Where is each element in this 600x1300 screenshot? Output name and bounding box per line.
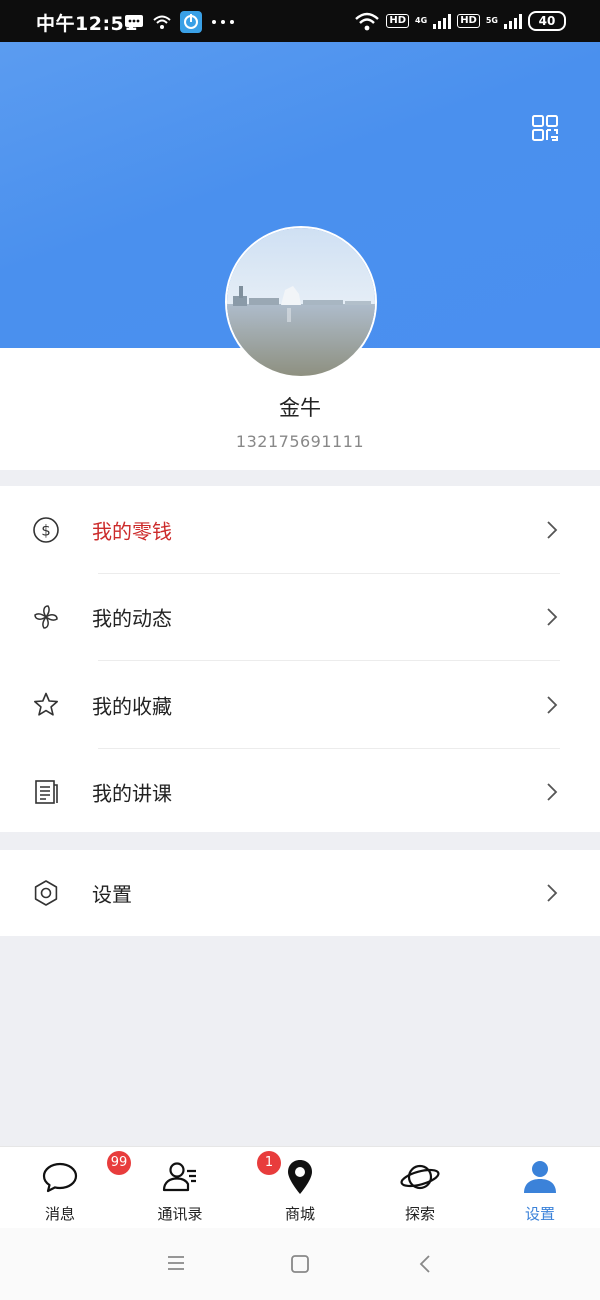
menu-lines-icon[interactable] — [166, 1254, 186, 1272]
status-time: 中午12:51 — [36, 13, 138, 35]
menu-label-lectures: 我的讲课 — [92, 781, 172, 806]
wallet-menu-group: $ 我的零钱 我的动态 我的收藏 我的讲课 — [0, 486, 600, 832]
document-icon — [35, 780, 58, 805]
bottom-tab-bar: 99 消息 通讯录 1 商城 探索 设置 — [0, 1146, 600, 1229]
menu-item-lectures[interactable]: 我的讲课 — [0, 749, 600, 837]
star-icon — [34, 692, 58, 716]
chevron-right-icon — [547, 783, 558, 801]
mall-badge: 1 — [257, 1151, 281, 1175]
settings-menu-group: 设置 — [0, 850, 600, 936]
message-notification-icon — [125, 15, 143, 30]
network-type-5g: 5G — [485, 16, 498, 25]
hd-badge: HD — [386, 14, 410, 28]
qr-code-icon[interactable] — [532, 115, 558, 141]
tab-label-contacts: 通讯录 — [157, 1205, 203, 1223]
svg-text:$: $ — [41, 521, 51, 539]
menu-label-wallet: 我的零钱 — [92, 519, 172, 544]
chevron-right-icon — [547, 521, 558, 539]
avatar-image — [227, 228, 375, 376]
app-notification-icon — [180, 11, 202, 33]
menu-label-settings: 设置 — [92, 882, 132, 907]
user-icon — [524, 1161, 556, 1193]
tab-messages[interactable]: 99 消息 — [0, 1147, 131, 1229]
status-right-icons: HD 4G HD 5G 40 — [354, 10, 566, 32]
signal-bars-2-icon — [504, 13, 522, 29]
chat-bubble-icon — [42, 1162, 78, 1193]
tab-label-explore: 探索 — [404, 1205, 435, 1223]
menu-label-favorites: 我的收藏 — [92, 694, 172, 719]
contacts-icon — [162, 1162, 196, 1192]
menu-item-moments[interactable]: 我的动态 — [0, 574, 600, 661]
signal-bars-icon — [433, 13, 452, 29]
network-type-4g: 4G — [415, 16, 428, 25]
avatar[interactable] — [225, 226, 377, 378]
back-arrow-icon[interactable] — [418, 1254, 432, 1274]
wifi-icon — [355, 12, 380, 31]
menu-label-moments: 我的动态 — [92, 606, 172, 631]
tab-explore[interactable]: 探索 — [360, 1147, 480, 1229]
home-square-icon[interactable] — [290, 1254, 310, 1274]
tab-label-settings: 设置 — [524, 1205, 555, 1223]
wifi-small-icon — [153, 15, 171, 29]
user-phone: 132175691111 — [235, 432, 365, 451]
planet-icon — [400, 1164, 440, 1190]
tab-settings[interactable]: 设置 — [480, 1147, 600, 1229]
system-navigation-bar — [0, 1228, 600, 1300]
menu-item-settings[interactable]: 设置 — [0, 850, 600, 936]
hd-badge-2: HD — [457, 14, 480, 28]
chevron-right-icon — [547, 696, 558, 714]
hexagon-settings-icon — [34, 880, 58, 906]
dollar-circle-icon: $ — [33, 516, 59, 543]
status-left-icons — [124, 11, 236, 33]
chevron-right-icon — [547, 608, 558, 626]
tab-label-mall: 商城 — [284, 1205, 315, 1223]
pinwheel-icon — [34, 605, 58, 630]
tab-label-messages: 消息 — [44, 1205, 75, 1223]
more-dots-icon — [212, 20, 234, 24]
user-nickname: 金牛 — [279, 396, 321, 420]
menu-item-wallet[interactable]: $ 我的零钱 — [0, 486, 600, 574]
status-bar: 中午12:51 HD 4G HD 5G 40 — [0, 0, 600, 42]
tab-contacts[interactable]: 通讯录 — [120, 1147, 240, 1229]
menu-item-favorites[interactable]: 我的收藏 — [0, 661, 600, 749]
chevron-right-icon — [547, 884, 558, 902]
location-pin-icon — [288, 1160, 312, 1194]
tab-mall[interactable]: 1 商城 — [240, 1147, 360, 1229]
battery-indicator: 40 — [528, 11, 566, 31]
